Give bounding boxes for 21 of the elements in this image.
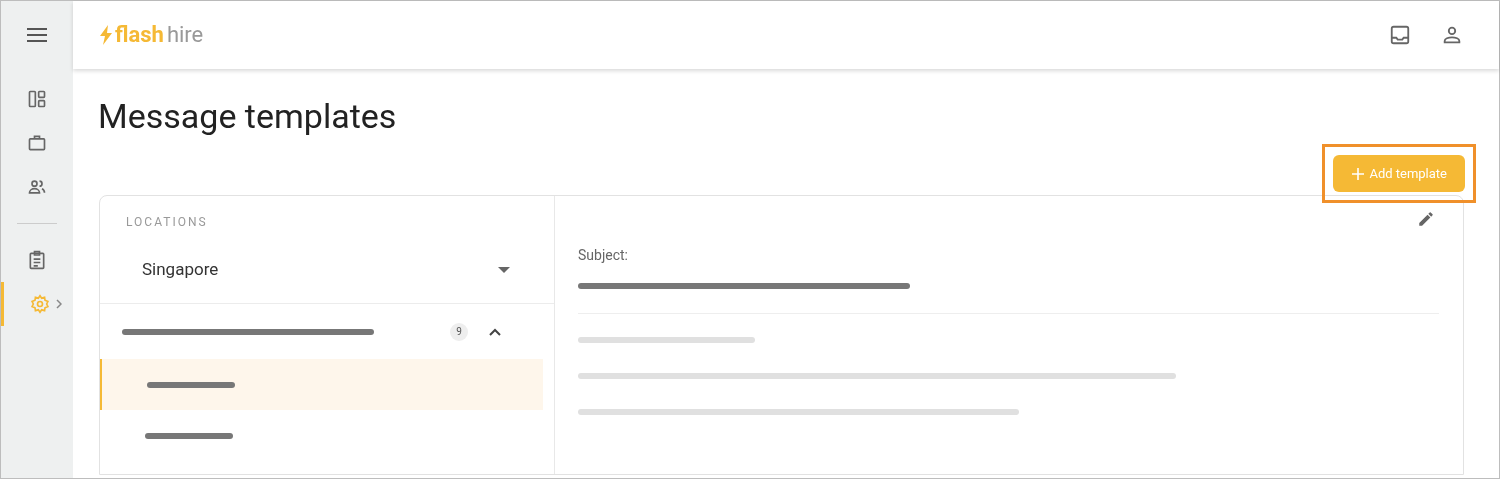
section-heading: LOCATIONS: [125, 214, 209, 231]
menu-icon[interactable]: [27, 28, 47, 42]
people-icon[interactable]: [27, 177, 47, 197]
inbox-icon[interactable]: [1389, 24, 1411, 46]
dashboard-icon[interactable]: [27, 89, 47, 109]
template-item[interactable]: [100, 359, 543, 410]
user-icon[interactable]: [1441, 24, 1463, 46]
location-select[interactable]: Singapore: [100, 236, 554, 304]
subject-label: Subject:: [578, 246, 629, 265]
dropdown-caret-icon: [498, 266, 510, 273]
page-title: Message templates: [98, 96, 398, 136]
count-badge: 9: [450, 322, 468, 341]
briefcase-icon[interactable]: [27, 133, 47, 153]
plus-icon: [1351, 166, 1366, 181]
chevron-up-icon[interactable]: [489, 327, 501, 336]
template-group[interactable]: 9: [100, 304, 543, 359]
logo-text: flash hire: [115, 24, 204, 46]
chevron-right-icon: [56, 299, 62, 309]
clipboard-icon[interactable]: [27, 250, 47, 270]
edit-icon[interactable]: [1417, 210, 1435, 228]
bolt-icon: [99, 25, 113, 45]
